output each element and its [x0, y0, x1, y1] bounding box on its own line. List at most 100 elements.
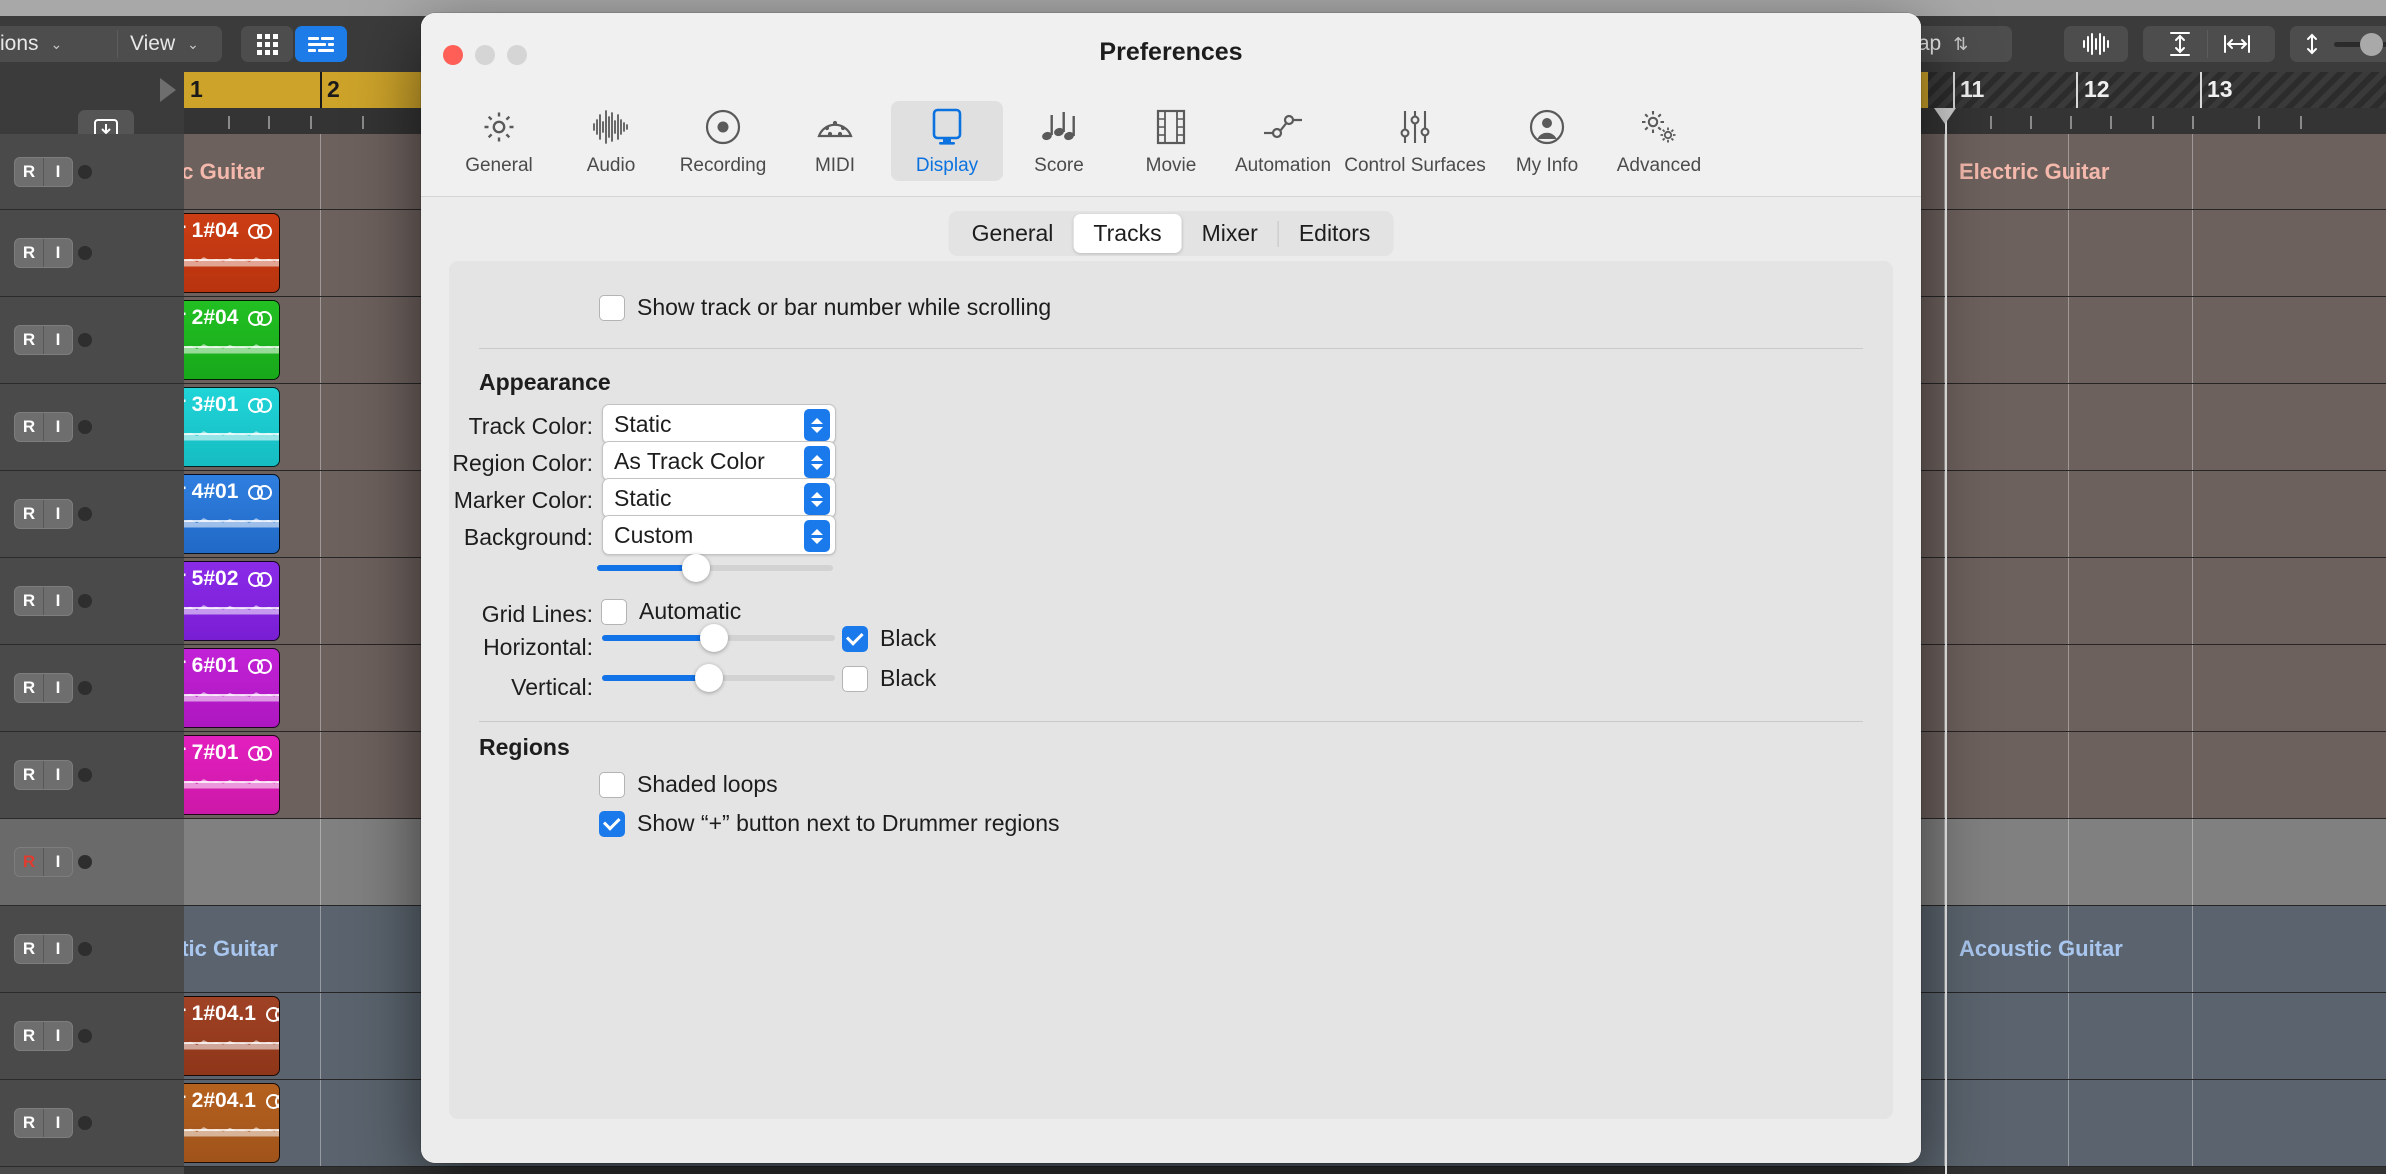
- record-input-group[interactable]: RI: [14, 847, 73, 877]
- track-automation-dot[interactable]: [78, 246, 92, 260]
- record-enable-button[interactable]: R: [15, 587, 43, 615]
- track-automation-dot[interactable]: [78, 1116, 92, 1130]
- record-enable-button[interactable]: R: [15, 158, 43, 186]
- track-automation-dot[interactable]: [78, 333, 92, 347]
- track-header-row[interactable]: RI: [0, 819, 184, 906]
- track-header-row[interactable]: RI: [0, 906, 184, 993]
- input-monitor-button[interactable]: I: [44, 848, 72, 876]
- record-enable-button[interactable]: R: [15, 935, 43, 963]
- marker-color-popup[interactable]: Static: [602, 478, 836, 518]
- tab-mixer[interactable]: Mixer: [1182, 214, 1278, 253]
- track-header-row[interactable]: RI: [0, 134, 184, 210]
- stepper-icon[interactable]: [804, 520, 830, 552]
- track-automation-dot[interactable]: [78, 681, 92, 695]
- track-automation-dot[interactable]: [78, 164, 92, 179]
- record-input-group[interactable]: RI: [14, 1108, 73, 1138]
- record-input-group[interactable]: RI: [14, 412, 73, 442]
- audio-region[interactable]: Guitar 2#04: [184, 300, 280, 380]
- input-monitor-button[interactable]: I: [44, 158, 72, 186]
- record-enable-button[interactable]: R: [15, 761, 43, 789]
- prefs-tab-midi[interactable]: MIDI: [779, 101, 891, 181]
- audio-region[interactable]: Guitar 6#01: [184, 648, 280, 728]
- show-track-bar-number-checkbox[interactable]: [599, 294, 625, 321]
- record-input-group[interactable]: RI: [14, 499, 73, 529]
- record-input-group[interactable]: RI: [14, 1021, 73, 1051]
- track-automation-dot[interactable]: [78, 1029, 92, 1043]
- background-popup[interactable]: Custom: [602, 515, 836, 555]
- slider-thumb[interactable]: [699, 624, 728, 652]
- prefs-tab-recording[interactable]: Recording: [667, 101, 779, 181]
- vertical-black-row[interactable]: Black: [842, 665, 936, 692]
- track-header-row[interactable]: RI: [0, 645, 184, 732]
- grid-view-button[interactable]: [241, 26, 293, 62]
- track-header-row[interactable]: RI: [0, 471, 184, 558]
- drummer-plus-row[interactable]: Show “+” button next to Drummer regions: [599, 810, 1060, 837]
- record-enable-button[interactable]: R: [15, 500, 43, 528]
- waveform-toggle-button[interactable]: [2064, 26, 2128, 62]
- slider-thumb[interactable]: [682, 554, 711, 582]
- slider-thumb[interactable]: [695, 664, 724, 692]
- list-view-button[interactable]: [295, 26, 347, 62]
- track-height-slider[interactable]: [2290, 26, 2386, 62]
- playhead[interactable]: [1945, 108, 1947, 1174]
- record-enable-button[interactable]: R: [15, 848, 43, 876]
- input-monitor-button[interactable]: I: [44, 413, 72, 441]
- input-monitor-button[interactable]: I: [44, 500, 72, 528]
- record-input-group[interactable]: RI: [14, 238, 73, 268]
- record-enable-button[interactable]: R: [15, 326, 43, 354]
- preferences-toolbar[interactable]: General Audio Recording MIDI Display Score Mov…: [421, 101, 1921, 197]
- track-header-row[interactable]: RI: [0, 1080, 184, 1167]
- region-color-popup[interactable]: As Track Color: [602, 441, 836, 481]
- record-enable-button[interactable]: R: [15, 1022, 43, 1050]
- track-header-row[interactable]: RI: [0, 210, 184, 297]
- horizontal-black-checkbox[interactable]: [842, 625, 868, 652]
- input-monitor-button[interactable]: I: [44, 1022, 72, 1050]
- background-brightness-slider[interactable]: [597, 554, 833, 582]
- record-input-group[interactable]: RI: [14, 156, 73, 187]
- audio-region[interactable]: Guitar 3#01: [184, 387, 280, 467]
- audio-region[interactable]: Guitar 1#04: [184, 213, 280, 293]
- prefs-tab-control-surfaces[interactable]: Control Surfaces: [1339, 101, 1491, 181]
- prefs-tab-score[interactable]: Score: [1003, 101, 1115, 181]
- track-header-row[interactable]: RI: [0, 297, 184, 384]
- input-monitor-button[interactable]: I: [44, 587, 72, 615]
- track-header-row[interactable]: RI: [0, 384, 184, 471]
- track-automation-dot[interactable]: [78, 942, 92, 956]
- track-automation-dot[interactable]: [78, 507, 92, 521]
- tab-editors[interactable]: Editors: [1279, 214, 1391, 253]
- record-input-group[interactable]: RI: [14, 673, 73, 703]
- input-monitor-button[interactable]: I: [44, 1109, 72, 1137]
- record-input-group[interactable]: RI: [14, 934, 73, 964]
- stepper-icon[interactable]: [804, 483, 830, 515]
- input-monitor-button[interactable]: I: [44, 935, 72, 963]
- track-header-row[interactable]: RI: [0, 558, 184, 645]
- prefs-tab-audio[interactable]: Audio: [555, 101, 667, 181]
- record-enable-button[interactable]: R: [15, 1109, 43, 1137]
- track-color-popup[interactable]: Static: [602, 404, 836, 444]
- prefs-tab-general[interactable]: General: [443, 101, 555, 181]
- track-automation-dot[interactable]: [78, 594, 92, 608]
- view-menu-button[interactable]: View ⌄: [118, 26, 222, 62]
- record-input-group[interactable]: RI: [14, 325, 73, 355]
- vertical-black-checkbox[interactable]: [842, 665, 868, 692]
- grid-automatic-checkbox[interactable]: [601, 598, 627, 625]
- zoom-fit-group[interactable]: [2143, 26, 2275, 62]
- tab-general[interactable]: General: [952, 214, 1074, 253]
- drummer-plus-checkbox[interactable]: [599, 810, 625, 837]
- stepper-icon[interactable]: [804, 446, 830, 478]
- grid-automatic-row[interactable]: Automatic: [601, 598, 741, 625]
- prefs-tab-movie[interactable]: Movie: [1115, 101, 1227, 181]
- prefs-tab-automation[interactable]: Automation: [1227, 101, 1339, 181]
- stepper-icon[interactable]: [804, 409, 830, 441]
- record-enable-button[interactable]: R: [15, 674, 43, 702]
- audio-region[interactable]: Guitar 4#01: [184, 474, 280, 554]
- playhead-handle[interactable]: [1934, 108, 1956, 124]
- audio-region[interactable]: Guitar 1#04.1: [184, 996, 280, 1076]
- shaded-loops-row[interactable]: Shaded loops: [599, 771, 778, 798]
- audio-region[interactable]: Guitar 7#01: [184, 735, 280, 815]
- prefs-tab-my-info[interactable]: My Info: [1491, 101, 1603, 181]
- audio-region[interactable]: Guitar 2#04.1: [184, 1083, 280, 1163]
- tab-bar[interactable]: General Tracks Mixer Editors: [948, 211, 1394, 256]
- track-automation-dot[interactable]: [78, 855, 92, 869]
- slider-thumb[interactable]: [2360, 33, 2383, 56]
